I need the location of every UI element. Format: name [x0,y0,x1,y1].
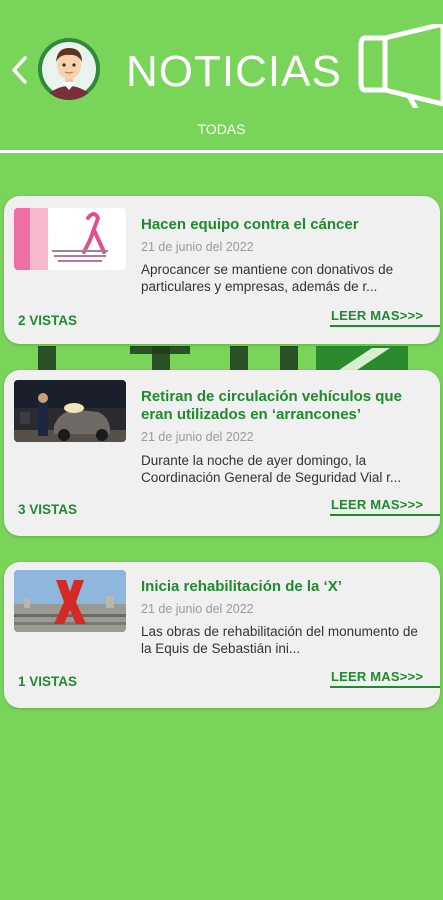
page-title: NOTICIAS [126,47,342,96]
views-count: 3 VISTAS [18,502,78,517]
read-more-underline [330,325,440,327]
news-date: 21 de junio del 2022 [141,602,254,616]
news-excerpt: Aprocancer se mantiene con donativos de … [141,262,394,294]
news-title[interactable]: Retiran de circulación vehículos que era… [141,388,426,424]
read-more-button[interactable]: LEER MAS>>> [331,497,423,512]
news-date: 21 de junio del 2022 [141,240,254,254]
news-card[interactable]: Inicia rehabilitación de la ‘X’ 21 de ju… [4,562,440,708]
views-count: 2 VISTAS [18,313,78,328]
news-card[interactable]: Hacen equipo contra el cáncer 21 de juni… [4,196,440,344]
user-avatar-icon [38,38,100,100]
news-thumbnail-cars-night [14,380,126,442]
news-date: 21 de junio del 2022 [141,430,254,444]
read-more-underline [330,514,440,516]
megaphone-icon [355,21,443,113]
tab-todas[interactable]: TODAS [0,118,443,140]
chevron-left-icon [12,56,27,84]
views-count: 1 VISTAS [18,674,78,689]
news-excerpt: Las obras de rehabilitación del monument… [141,624,418,656]
back-button[interactable] [6,50,32,90]
news-thumbnail-pink-ribbon [14,208,126,270]
read-more-button[interactable]: LEER MAS>>> [331,308,423,323]
news-title[interactable]: Inicia rehabilitación de la ‘X’ [141,578,426,596]
avatar[interactable] [38,38,100,100]
news-card[interactable]: Retiran de circulación vehículos que era… [4,370,440,536]
news-excerpt: Durante la noche de ayer domingo, la Coo… [141,453,402,485]
read-more-button[interactable]: LEER MAS>>> [331,669,423,684]
news-thumbnail-x-monument [14,570,126,632]
app-header: NOTICIAS TODAS [0,0,443,153]
news-title[interactable]: Hacen equipo contra el cáncer [141,216,426,234]
tab-indicator [0,150,443,153]
read-more-underline [330,686,440,688]
